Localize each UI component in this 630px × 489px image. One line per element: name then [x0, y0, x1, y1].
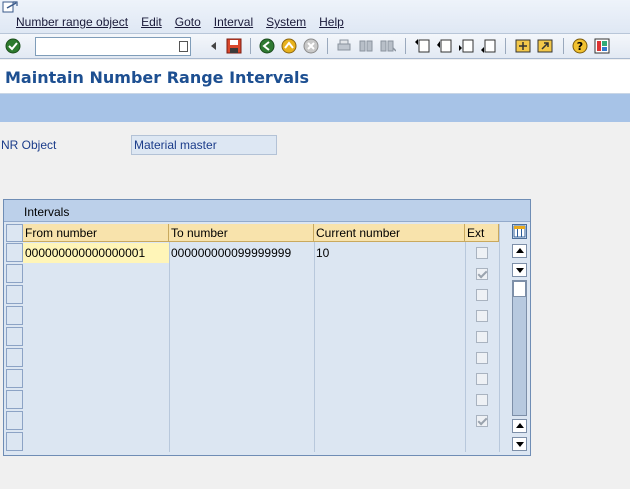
- row-selector[interactable]: [6, 348, 23, 367]
- menu-interval[interactable]: Interval: [214, 15, 253, 29]
- intervals-table: Intervals From number To number Current …: [3, 199, 531, 456]
- toolbar-separator: [250, 38, 251, 54]
- ext-checkbox: [476, 373, 488, 385]
- menu: Number range object Edit Goto Interval S…: [16, 15, 357, 29]
- scroll-bottom-button[interactable]: [512, 437, 527, 451]
- row-selector[interactable]: [6, 369, 23, 388]
- menu-edit[interactable]: Edit: [141, 15, 162, 29]
- exit-icon[interactable]: [281, 38, 297, 54]
- table-caption: Intervals: [24, 205, 70, 219]
- ext-checkbox: [476, 310, 488, 322]
- table-settings-button[interactable]: [512, 224, 527, 239]
- system-menu-icon[interactable]: [2, 1, 18, 15]
- row-selector[interactable]: [6, 285, 23, 304]
- cell-from-number[interactable]: 000000000000000001: [23, 243, 169, 263]
- row-selector[interactable]: [6, 327, 23, 346]
- toolbar-separator: [405, 38, 406, 54]
- help-icon[interactable]: ?: [572, 38, 588, 54]
- last-page-icon[interactable]: [480, 38, 496, 54]
- column-divider: [169, 242, 170, 452]
- customize-layout-icon[interactable]: [594, 38, 610, 54]
- enter-icon[interactable]: [5, 38, 21, 54]
- ext-checkbox: [476, 268, 488, 280]
- ext-checkbox: [476, 289, 488, 301]
- scroll-down-button[interactable]: [512, 419, 527, 433]
- create-session-icon[interactable]: [515, 38, 531, 54]
- shortcut-icon[interactable]: [537, 38, 553, 54]
- title-bar: Maintain Number Range Intervals: [0, 60, 630, 94]
- row-selector[interactable]: [6, 432, 23, 451]
- back-icon[interactable]: [259, 38, 275, 54]
- column-divider: [465, 242, 466, 452]
- standard-toolbar: ?: [0, 34, 630, 59]
- column-divider: [499, 224, 500, 452]
- row-selector[interactable]: [6, 264, 23, 283]
- table-caption-bar: Intervals: [4, 200, 530, 222]
- nr-object-label: NR Object: [1, 138, 57, 152]
- next-page-icon[interactable]: [458, 38, 474, 54]
- page-title: Maintain Number Range Intervals: [5, 68, 310, 87]
- menu-system[interactable]: System: [266, 15, 306, 29]
- find-icon[interactable]: [358, 38, 374, 54]
- ext-checkbox: [476, 331, 488, 343]
- nr-object-field: Material master: [131, 135, 277, 155]
- back-arrow-icon[interactable]: [206, 38, 222, 54]
- svg-text:?: ?: [577, 40, 583, 53]
- scroll-top-button[interactable]: [512, 244, 527, 258]
- previous-page-icon[interactable]: [436, 38, 452, 54]
- column-header-current-number[interactable]: Current number: [314, 224, 465, 242]
- column-header-ext[interactable]: Ext: [465, 224, 499, 242]
- cell-to-number[interactable]: 000000000099999999: [169, 243, 314, 263]
- row-selector[interactable]: [6, 390, 23, 409]
- ext-checkbox: [476, 415, 488, 427]
- vertical-scrollbar-track[interactable]: [512, 280, 527, 416]
- row-selector[interactable]: [6, 243, 23, 262]
- row-selector[interactable]: [6, 411, 23, 430]
- menu-bar: Number range object Edit Goto Interval S…: [0, 0, 630, 34]
- cancel-icon[interactable]: [303, 38, 319, 54]
- toolbar-separator: [505, 38, 506, 54]
- command-input[interactable]: [36, 38, 172, 55]
- cell-current-number: 10: [316, 246, 330, 260]
- vertical-scrollbar-thumb[interactable]: [513, 281, 526, 297]
- ext-checkbox: [476, 352, 488, 364]
- command-field[interactable]: [35, 37, 191, 56]
- ext-checkbox: [476, 247, 488, 259]
- select-all-button[interactable]: [6, 224, 23, 242]
- find-next-icon[interactable]: [380, 38, 396, 54]
- column-header-to-number[interactable]: To number: [169, 224, 314, 242]
- scroll-up-button[interactable]: [512, 263, 527, 277]
- ext-checkbox: [476, 394, 488, 406]
- first-page-icon[interactable]: [414, 38, 430, 54]
- application-toolbar: [0, 94, 630, 122]
- print-icon[interactable]: [336, 38, 352, 54]
- row-selector[interactable]: [6, 306, 23, 325]
- table-settings-icon: [513, 225, 526, 238]
- menu-goto[interactable]: Goto: [175, 15, 201, 29]
- command-history-icon[interactable]: [179, 41, 188, 52]
- column-header-from-number[interactable]: From number: [23, 224, 169, 242]
- save-icon[interactable]: [226, 38, 242, 54]
- toolbar-separator: [563, 38, 564, 54]
- toolbar-separator: [327, 38, 328, 54]
- menu-number-range-object[interactable]: Number range object: [16, 15, 128, 29]
- column-divider: [314, 242, 315, 452]
- menu-help[interactable]: Help: [319, 15, 344, 29]
